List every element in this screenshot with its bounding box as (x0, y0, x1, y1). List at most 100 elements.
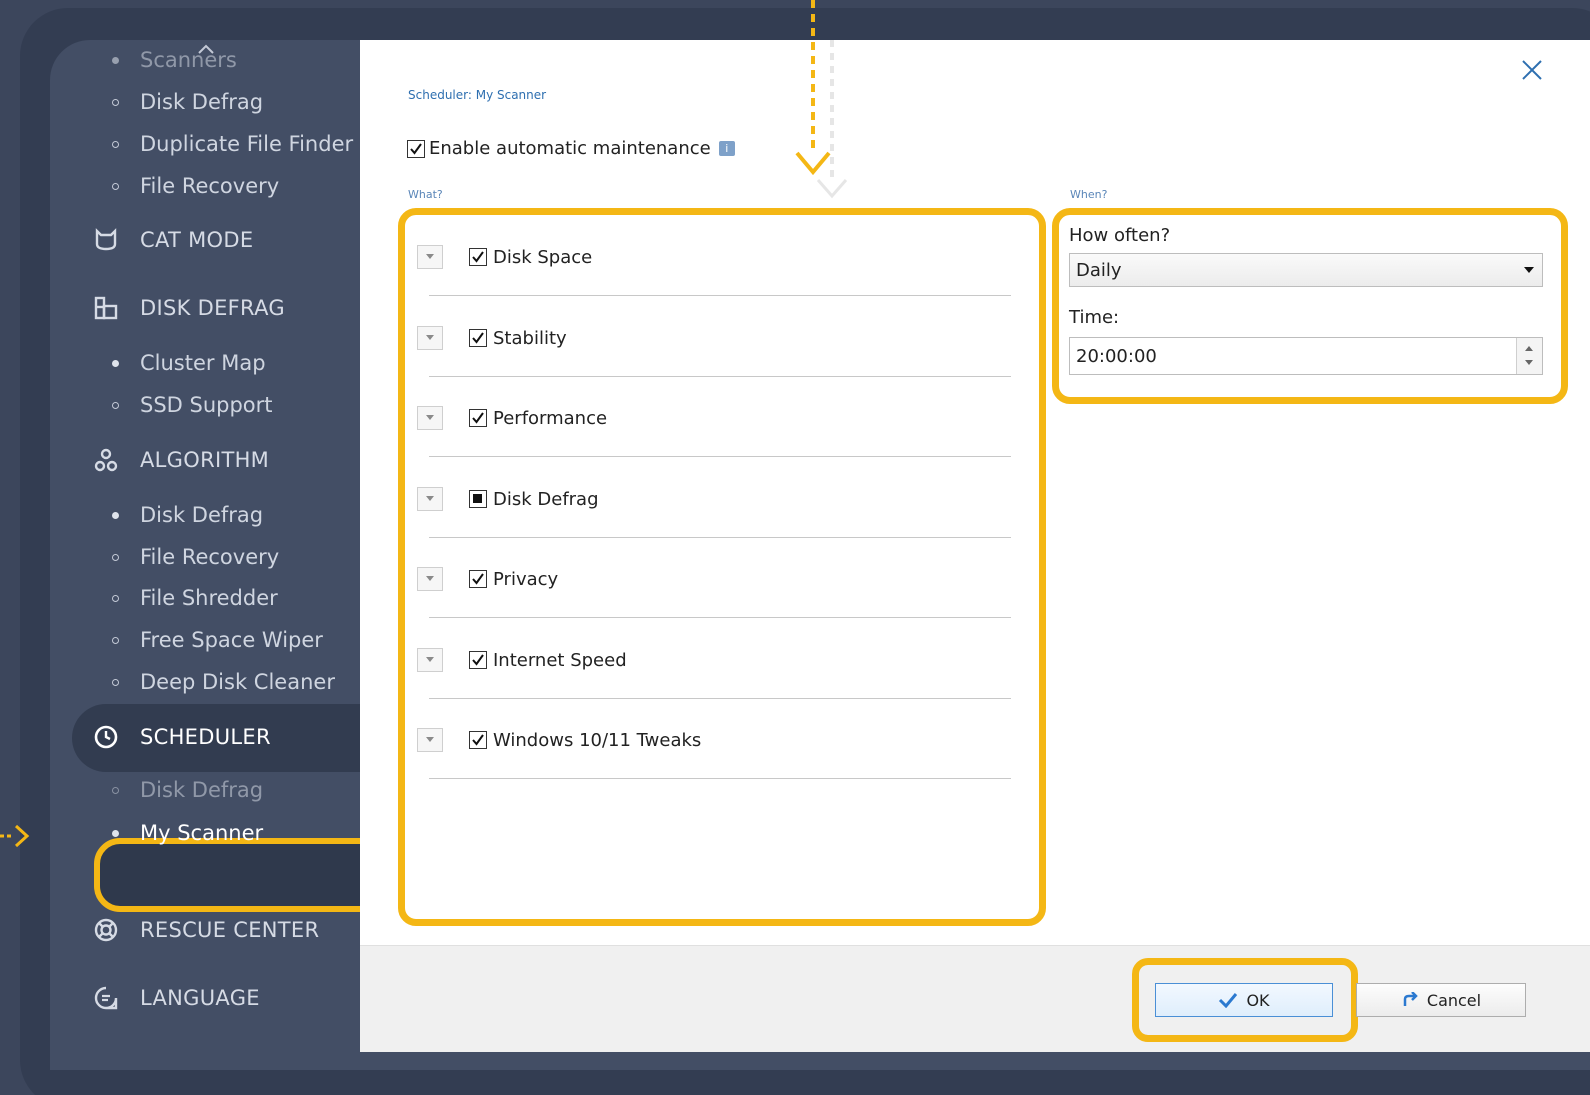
task-label: Privacy (493, 569, 559, 590)
sidebar-item-label: Disk Defrag (140, 778, 264, 802)
sidebar: Scanners Disk Defrag Duplicate File Finder… (50, 40, 420, 1060)
ok-button[interactable]: OK (1155, 983, 1333, 1017)
sidebar-section-cat-mode[interactable]: CAT MODE (50, 220, 360, 260)
what-task-list: Disk Space Stability Performance Disk Defra… (398, 208, 1046, 926)
cancel-button[interactable]: Cancel (1356, 983, 1526, 1017)
lifebuoy-icon (92, 916, 120, 944)
sidebar-section-disk-defrag[interactable]: DISK DEFRAG (50, 288, 360, 328)
task-checkbox[interactable] (469, 570, 487, 588)
task-row: Disk Defrag (417, 457, 1017, 538)
chevron-down-icon (1524, 267, 1534, 273)
task-label: Disk Space (493, 247, 593, 268)
task-label: Stability (493, 327, 567, 349)
sidebar-item-label: File Recovery (140, 545, 280, 569)
sidebar-item-scanners[interactable]: Scanners (50, 40, 360, 80)
task-expand-button[interactable] (417, 325, 443, 350)
bullet-icon (112, 636, 119, 644)
sidebar-item-cluster-map[interactable]: Cluster Map (50, 343, 360, 383)
chevron-down-icon (426, 495, 434, 501)
bullet-icon (112, 140, 119, 148)
sidebar-item-label: Cluster Map (140, 351, 266, 375)
bullet-icon (112, 553, 119, 561)
task-checkbox[interactable] (469, 409, 487, 427)
task-label: Performance (493, 408, 608, 429)
enable-maintenance-label: Enable automatic maintenance (429, 138, 711, 159)
bullet-icon (112, 401, 119, 409)
sidebar-item-duplicate-file-finder[interactable]: Duplicate File Finder (50, 124, 360, 164)
task-expand-button[interactable] (417, 647, 443, 672)
task-row: Windows 10/11 Tweaks (417, 698, 1017, 779)
spin-up-icon[interactable] (1525, 346, 1533, 351)
sidebar-item-free-space-wiper[interactable]: Free Space Wiper (50, 620, 360, 660)
what-label: What? (408, 188, 443, 201)
bullet-icon (112, 511, 119, 519)
bullet-icon (112, 594, 119, 602)
time-spinner[interactable] (1516, 338, 1542, 374)
sidebar-section-label: LANGUAGE (140, 986, 260, 1010)
task-expand-button[interactable] (417, 245, 443, 269)
sidebar-section-scheduler[interactable]: SCHEDULER (50, 717, 360, 757)
language-icon (92, 984, 120, 1012)
task-row: Performance (417, 376, 1017, 457)
task-checkbox[interactable] (469, 328, 487, 347)
sidebar-item-label: Disk Defrag (140, 503, 264, 527)
sidebar-item-label: File Shredder (140, 586, 278, 610)
chevron-down-icon (426, 737, 434, 742)
bullet-icon (112, 678, 119, 686)
sidebar-section-rescue-center[interactable]: RESCUE CENTER (50, 910, 360, 950)
how-often-select[interactable]: Daily (1069, 253, 1543, 287)
sidebar-item-file-shredder[interactable]: File Shredder (50, 578, 360, 618)
defrag-grid-icon (92, 294, 120, 322)
sidebar-item-my-scanner[interactable]: My Scanner (50, 813, 360, 853)
cancel-label: Cancel (1426, 990, 1482, 1010)
task-checkbox[interactable] (469, 248, 487, 266)
how-often-label: How often? (1069, 225, 1171, 246)
spin-down-icon[interactable] (1525, 360, 1533, 365)
chevron-down-icon (426, 415, 434, 420)
sidebar-item-ssd-support[interactable]: SSD Support (50, 385, 360, 425)
bullet-icon (112, 829, 119, 837)
how-often-value: Daily (1076, 260, 1122, 281)
sidebar-item-disk-defrag[interactable]: Disk Defrag (50, 82, 360, 122)
sidebar-item-disk-defrag[interactable]: Disk Defrag (50, 770, 360, 810)
checkmark-icon (1219, 993, 1238, 1008)
sidebar-section-language[interactable]: LANGUAGE (50, 978, 360, 1018)
sidebar-item-deep-disk-cleaner[interactable]: Deep Disk Cleaner (50, 662, 360, 702)
sidebar-item-label: Disk Defrag (140, 90, 264, 114)
sidebar-section-label: RESCUE CENTER (140, 918, 320, 942)
bullet-icon (112, 786, 119, 794)
bullet-icon (112, 182, 119, 190)
task-expand-button[interactable] (417, 406, 443, 430)
sidebar-item-file-recovery[interactable]: File Recovery (50, 537, 360, 577)
sidebar-section-label: CAT MODE (140, 228, 254, 252)
sidebar-item-file-recovery[interactable]: File Recovery (50, 166, 360, 206)
sidebar-item-disk-defrag[interactable]: Disk Defrag (50, 495, 360, 535)
close-icon[interactable] (1518, 56, 1546, 84)
time-value: 20:00:00 (1076, 346, 1157, 367)
info-icon[interactable]: i (718, 141, 735, 156)
task-checkbox[interactable] (469, 731, 487, 749)
bullet-icon (112, 359, 119, 367)
time-input[interactable]: 20:00:00 (1069, 337, 1543, 375)
task-expand-button[interactable] (417, 728, 443, 752)
task-checkbox[interactable] (469, 650, 487, 669)
sidebar-section-label: SCHEDULER (140, 725, 271, 749)
chevron-down-icon (426, 656, 434, 662)
chevron-down-icon (426, 334, 434, 340)
clock-icon (92, 723, 120, 751)
task-expand-button[interactable] (417, 486, 443, 511)
enable-maintenance-checkbox[interactable] (407, 139, 425, 158)
bullet-icon (112, 98, 119, 106)
enable-maintenance-row: Enable automatic maintenance i (407, 138, 735, 159)
when-settings: How often? Daily Time: 20:00:00 (1052, 208, 1568, 404)
task-checkbox[interactable] (469, 489, 487, 508)
task-expand-button[interactable] (417, 567, 443, 591)
sidebar-item-label: My Scanner (140, 821, 264, 845)
algorithm-icon (92, 446, 120, 474)
pointer-arrow-icon (0, 824, 30, 848)
chevron-down-icon (426, 576, 434, 581)
sidebar-section-algorithm[interactable]: ALGORITHM (50, 440, 360, 480)
down-arrow-icon (795, 0, 831, 176)
task-row: Stability (417, 296, 1017, 377)
task-row: Privacy (417, 537, 1017, 618)
